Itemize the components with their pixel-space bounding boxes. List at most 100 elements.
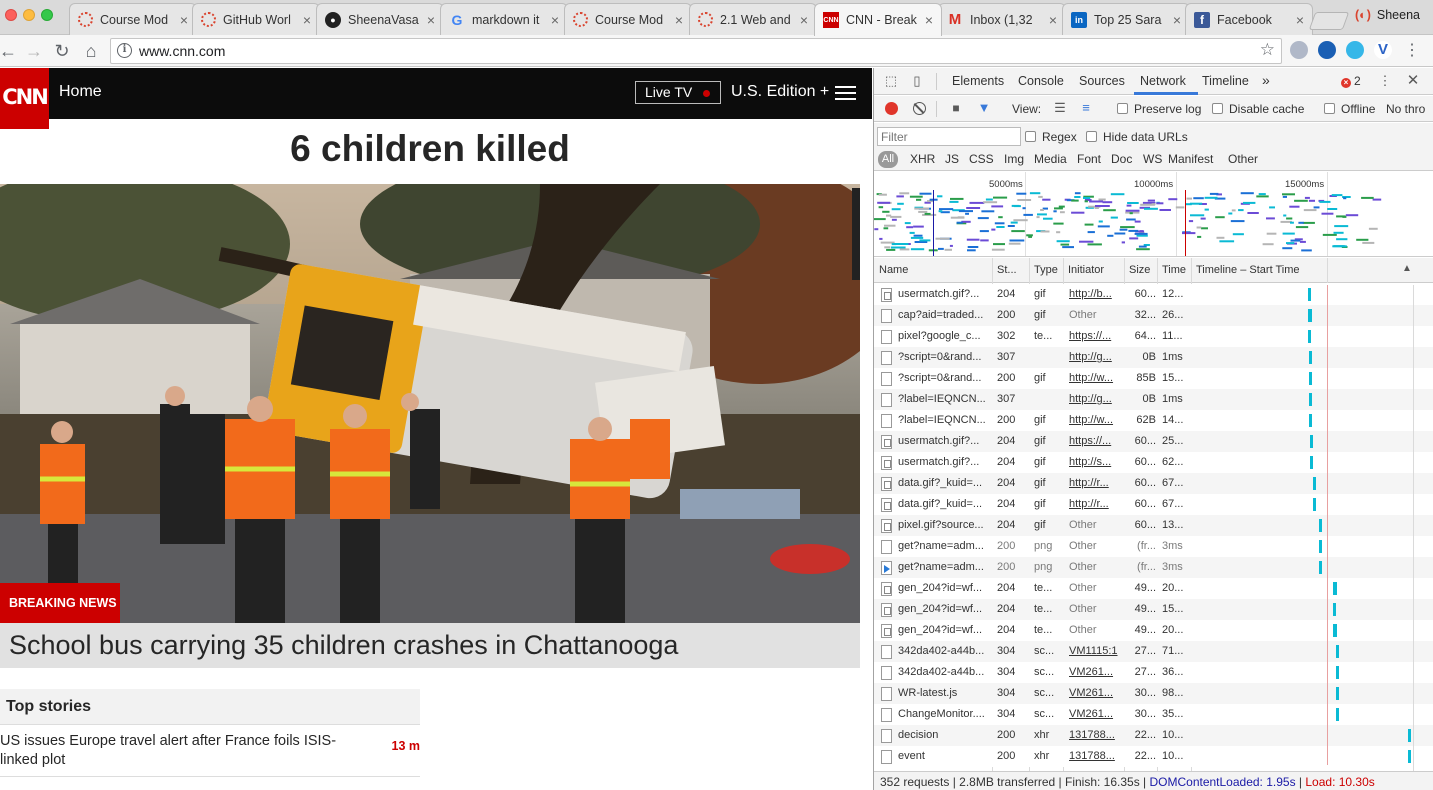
request-name[interactable]: get?name=adm... [898, 540, 990, 552]
request-initiator[interactable]: http://w... [1069, 372, 1123, 384]
devtools-menu-icon[interactable]: ⋮ [1377, 73, 1393, 89]
hamburger-menu-icon[interactable] [835, 86, 856, 100]
preserve-log-checkbox[interactable]: Preserve log [1117, 102, 1201, 116]
tab-close-icon[interactable]: × [1045, 12, 1061, 28]
request-row[interactable]: usermatch.gif?... 204 gif http://b... 60... 1… [874, 284, 1433, 305]
large-rows-icon[interactable]: ☰ [1052, 100, 1068, 116]
tab-console[interactable]: Console [1018, 74, 1064, 88]
window-close-button[interactable] [5, 9, 17, 21]
request-row[interactable]: data.gif?_kuid=... 204 gif http://r... 60...… [874, 473, 1433, 494]
tab-close-icon[interactable]: × [1169, 12, 1185, 28]
request-name[interactable]: usermatch.gif?... [898, 435, 990, 447]
type-filter-doc[interactable]: Doc [1111, 152, 1132, 166]
back-arrow-icon[interactable]: ← [0, 39, 20, 63]
story-title[interactable]: US issues Europe travel alert after Fran… [0, 733, 336, 768]
request-initiator[interactable]: 131788... [1069, 750, 1123, 762]
request-name[interactable]: data.gif?_kuid=... [898, 498, 990, 510]
filter-funnel-icon[interactable]: ▼ [976, 100, 992, 116]
request-row[interactable]: 342da402-a44b... 304 sc... VM1115:1 27... 71.… [874, 641, 1433, 662]
browser-tab[interactable]: ● SheenaVasa × [316, 3, 444, 35]
extension-shield-icon[interactable] [1346, 41, 1364, 59]
request-name[interactable]: gen_204?id=wf... [898, 624, 990, 636]
request-initiator[interactable]: https://... [1069, 330, 1123, 342]
tab-close-icon[interactable]: × [547, 12, 563, 28]
request-name[interactable]: event [898, 750, 990, 762]
offline-checkbox[interactable]: Offline [1324, 102, 1375, 116]
request-initiator[interactable]: Other [1069, 540, 1123, 552]
request-row[interactable]: ?label=IEQNCN... 307 http://g... 0B 1ms [874, 389, 1433, 410]
story-item[interactable]: US issues Europe travel alert after Fran… [0, 725, 420, 777]
overview-icon[interactable]: ≡ [1078, 100, 1094, 116]
request-name[interactable]: get?name=adm... [898, 561, 990, 573]
browser-menu-icon[interactable]: ⋮ [1400, 39, 1424, 63]
request-row[interactable]: 342da402-a44b... 304 sc... VM261... 27... 36.… [874, 662, 1433, 683]
browser-tab[interactable]: M Inbox (1,32 × [938, 3, 1066, 35]
request-name[interactable]: pixel.gif?source... [898, 519, 990, 531]
request-row[interactable]: get?name=adm... 200 png Other (fr... 3ms [874, 536, 1433, 557]
breaking-news-badge[interactable]: BREAKING NEWS [0, 583, 120, 623]
browser-tab[interactable]: CNN CNN - Break × [814, 3, 942, 36]
tab-close-icon[interactable]: × [796, 12, 812, 28]
request-initiator[interactable]: Other [1069, 603, 1123, 615]
browser-tab[interactable]: f Facebook × [1185, 3, 1313, 35]
request-name[interactable]: ChangeMonitor.... [898, 708, 990, 720]
request-initiator[interactable]: http://r... [1069, 498, 1123, 510]
request-name[interactable]: ?label=IEQNCN... [898, 393, 990, 405]
error-counter[interactable]: × 2 [1341, 74, 1361, 88]
request-initiator[interactable]: https://... [1069, 435, 1123, 447]
tab-close-icon[interactable]: × [671, 12, 687, 28]
tab-close-icon[interactable]: × [423, 12, 439, 28]
request-name[interactable]: 342da402-a44b... [898, 666, 990, 678]
tab-elements[interactable]: Elements [952, 74, 1004, 88]
type-filter-font[interactable]: Font [1077, 152, 1101, 166]
request-name[interactable]: pixel?google_c... [898, 330, 990, 342]
request-row[interactable]: ChangeMonitor.... 304 sc... VM261... 30... 35… [874, 704, 1433, 725]
extension-circle-icon[interactable] [1318, 41, 1336, 59]
browser-tab[interactable]: Course Mod × [69, 3, 197, 35]
live-tv-button[interactable]: Live TV [635, 81, 721, 104]
request-name[interactable]: decision [898, 729, 990, 741]
request-row[interactable]: data.gif?_kuid=... 204 gif http://r... 60...… [874, 494, 1433, 515]
type-filter-xhr[interactable]: XHR [910, 152, 935, 166]
browser-tab[interactable]: Gmarkdown it × [440, 3, 568, 35]
hide-data-urls-checkbox[interactable]: Hide data URLs [1086, 130, 1188, 144]
type-filter-ws[interactable]: WS [1143, 152, 1162, 166]
page-headline[interactable]: 6 children killed [0, 128, 860, 170]
col-timeline[interactable]: Timeline – Start Time [1196, 264, 1300, 276]
request-initiator[interactable]: VM261... [1069, 708, 1123, 720]
bookmark-star-icon[interactable]: ☆ [1260, 40, 1275, 60]
disable-cache-checkbox[interactable]: Disable cache [1212, 102, 1304, 116]
col-time[interactable]: Time [1162, 264, 1186, 276]
record-button[interactable] [885, 102, 898, 115]
type-filter-media[interactable]: Media [1034, 152, 1067, 166]
request-initiator[interactable]: VM1115:1 [1069, 645, 1123, 657]
tab-timeline[interactable]: Timeline [1202, 74, 1249, 88]
request-row[interactable]: gen_204?id=wf... 204 te... Other 49... 20... [874, 578, 1433, 599]
type-filter-css[interactable]: CSS [969, 152, 994, 166]
forward-arrow-icon[interactable]: → [22, 39, 46, 63]
hero-caption[interactable]: School bus carrying 35 children crashes … [0, 623, 860, 668]
window-maximize-button[interactable] [41, 9, 53, 21]
request-initiator[interactable]: VM261... [1069, 687, 1123, 699]
request-initiator[interactable]: http://b... [1069, 288, 1123, 300]
request-initiator[interactable]: http://s... [1069, 456, 1123, 468]
tab-close-icon[interactable]: × [1292, 12, 1308, 28]
col-name[interactable]: Name [879, 264, 908, 276]
new-tab-button[interactable] [1308, 12, 1350, 30]
type-filter-js[interactable]: JS [945, 152, 959, 166]
request-row[interactable]: pixel?google_c... 302 te... https://... 64..… [874, 326, 1433, 347]
browser-tab[interactable]: in Top 25 Sara × [1062, 3, 1190, 35]
request-name[interactable]: WR-latest.js [898, 687, 990, 699]
extension-v-icon[interactable]: V [1374, 41, 1392, 59]
col-size[interactable]: Size [1129, 264, 1150, 276]
screenshot-camera-icon[interactable]: ■ [948, 100, 964, 116]
request-row[interactable]: get?name=adm... 200 png Other (fr... 3ms [874, 557, 1433, 578]
extension-people-icon[interactable] [1290, 41, 1308, 59]
tab-close-icon[interactable]: × [921, 12, 937, 28]
regex-checkbox[interactable]: Regex [1025, 130, 1077, 144]
tab-sources[interactable]: Sources [1079, 74, 1125, 88]
request-row[interactable]: pixel.gif?source... 204 gif Other 60... 13... [874, 515, 1433, 536]
request-row[interactable]: ?script=0&rand... 307 http://g... 0B 1ms [874, 347, 1433, 368]
request-row[interactable]: gen_204?id=wf... 204 te... Other 49... 20... [874, 620, 1433, 641]
throttle-select[interactable]: No thro [1386, 102, 1425, 116]
